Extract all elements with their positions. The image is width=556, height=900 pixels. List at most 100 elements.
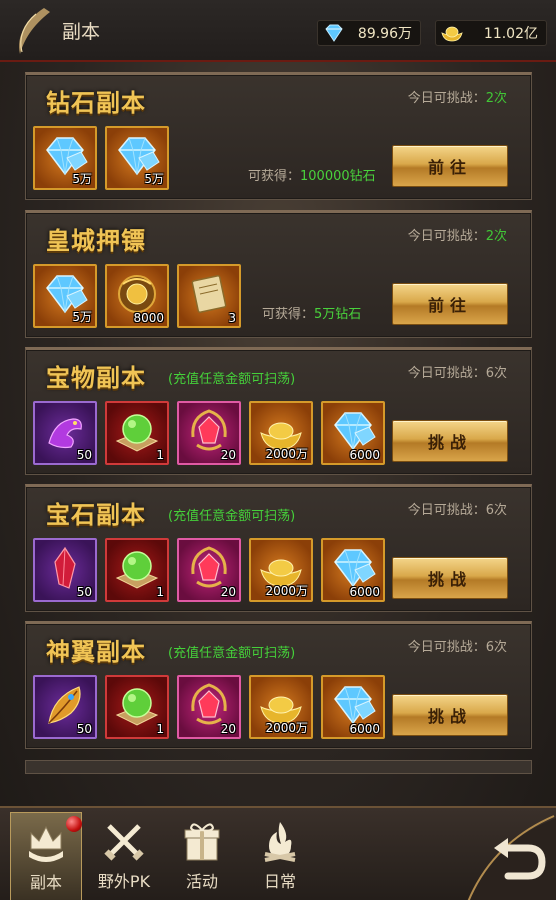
- sweep-note: (充值任意金额可扫荡): [168, 646, 296, 661]
- daily-chances-label: 今日可挑战：: [407, 640, 486, 655]
- reward-slot[interactable]: 6000: [321, 401, 385, 465]
- reward-quantity: 5万: [144, 172, 164, 186]
- nav-item-label: 日常: [263, 872, 296, 891]
- obtainable-value: 100000钻石: [300, 169, 376, 184]
- nav-item-label: 副本: [29, 873, 62, 892]
- reward-slot[interactable]: 2000万: [249, 401, 313, 465]
- challenge-button[interactable]: 挑战: [392, 694, 508, 736]
- dungeon-card: 神翼副本 (充值任意金额可扫荡) 今日可挑战：6次 50 1 20 2000万 6000 挑战: [25, 621, 532, 749]
- reward-quantity: 8000: [133, 311, 164, 325]
- reward-quantity: 6000: [349, 585, 380, 599]
- reward-quantity: 6000: [349, 722, 380, 736]
- reward-slot[interactable]: 50: [33, 538, 97, 602]
- daily-chances-label: 今日可挑战：: [407, 91, 486, 106]
- campfire-icon: [264, 822, 296, 862]
- reward-slot[interactable]: 2000万: [249, 538, 313, 602]
- nav-item[interactable]: 日常: [244, 818, 316, 892]
- reward-slot[interactable]: 5万: [33, 126, 97, 190]
- dungeon-title: 宝物副本: [46, 364, 146, 392]
- dungeon-title: 皇城押镖: [46, 227, 146, 255]
- diamond-icon: [325, 24, 343, 42]
- green-orb-icon: [115, 414, 159, 452]
- daily-chances: 今日可挑战：2次: [408, 225, 507, 244]
- nav-item[interactable]: 活动: [166, 818, 238, 892]
- reward-slot[interactable]: 1: [105, 675, 169, 739]
- dungeon-card: 钻石副本 今日可挑战：2次 5万 5万 可获得：100000钻石 前往: [25, 72, 532, 200]
- go-button[interactable]: 前往: [392, 145, 508, 187]
- reward-quantity: 1: [156, 585, 164, 599]
- gift-box-icon: [184, 823, 220, 861]
- dungeon-title: 宝石副本: [46, 501, 146, 529]
- dungeon-title: 神翼副本: [46, 638, 146, 666]
- reward-slot[interactable]: 50: [33, 675, 97, 739]
- daily-chances-count: 2次: [485, 91, 507, 106]
- notification-dot: [66, 816, 82, 832]
- green-orb-icon: [115, 551, 159, 589]
- dungeon-card: 宝石副本 (充值任意金额可扫荡) 今日可挑战：6次 50 1 20 2000万 6000 挑战: [25, 484, 532, 612]
- reward-slot[interactable]: 5万: [105, 126, 169, 190]
- dungeon-card: 宝物副本 (充值任意金额可扫荡) 今日可挑战：6次 50 1 20 2000万 6000 挑战: [25, 347, 532, 475]
- reward-slot[interactable]: 20: [177, 401, 241, 465]
- reward-list: 50 1 20 2000万 6000: [33, 401, 385, 465]
- reward-slot[interactable]: 3: [177, 264, 241, 328]
- reward-quantity: 1: [156, 722, 164, 736]
- obtainable-label: 可获得：: [262, 307, 315, 322]
- reward-slot[interactable]: 2000万: [249, 675, 313, 739]
- reward-list: 50 1 20 2000万 6000: [33, 675, 385, 739]
- challenge-button[interactable]: 挑战: [392, 557, 508, 599]
- reward-quantity: 2000万: [265, 447, 308, 461]
- reward-slot[interactable]: 20: [177, 675, 241, 739]
- daily-chances-count: 6次: [485, 640, 507, 655]
- top-bar: 副本 89.96万 11.02亿: [0, 0, 556, 62]
- reward-slot[interactable]: 1: [105, 401, 169, 465]
- bottom-nav: 副本 野外PK 活动 日常: [0, 806, 556, 900]
- reward-quantity: 2000万: [265, 721, 308, 735]
- nav-item-label: 野外PK: [97, 872, 151, 891]
- reward-quantity: 2000万: [265, 584, 308, 598]
- daily-chances: 今日可挑战：6次: [408, 636, 507, 655]
- reward-quantity: 20: [220, 722, 236, 736]
- daily-chances: 今日可挑战：6次: [408, 499, 507, 518]
- daily-chances-count: 6次: [485, 366, 507, 381]
- go-button[interactable]: 前往: [392, 283, 508, 325]
- reward-list: 5万 8000 3: [33, 264, 241, 328]
- daily-chances-label: 今日可挑战：: [407, 229, 486, 244]
- obtainable-label: 可获得：: [248, 169, 301, 184]
- reward-quantity: 50: [76, 722, 92, 736]
- gold-balance: 11.02亿: [435, 20, 547, 46]
- reward-slot[interactable]: 6000: [321, 675, 385, 739]
- reward-quantity: 5万: [72, 172, 92, 186]
- nav-item-label: 活动: [185, 872, 218, 891]
- reward-quantity: 20: [220, 448, 236, 462]
- nav-item[interactable]: 野外PK: [88, 818, 160, 892]
- reward-slot[interactable]: 20: [177, 538, 241, 602]
- diamond-balance: 89.96万: [317, 20, 421, 46]
- reward-list: 50 1 20 2000万 6000: [33, 538, 385, 602]
- reward-quantity: 1: [156, 448, 164, 462]
- daily-chances-label: 今日可挑战：: [407, 503, 486, 518]
- reward-slot[interactable]: 6000: [321, 538, 385, 602]
- next-card-peek: [25, 760, 532, 774]
- daily-chances-count: 6次: [485, 503, 507, 518]
- page-title: 副本: [62, 21, 101, 43]
- diamond-count: 89.96万: [357, 26, 412, 42]
- reward-quantity: 5万: [72, 310, 92, 324]
- dungeon-card: 皇城押镖 今日可挑战：2次 5万 8000 3 可获得：5万钻石 前往: [25, 210, 532, 338]
- daily-chances: 今日可挑战：6次: [408, 362, 507, 381]
- daily-chances: 今日可挑战：2次: [408, 87, 507, 106]
- reward-slot[interactable]: 8000: [105, 264, 169, 328]
- gold-ingot-icon: [441, 26, 463, 42]
- blade-ornament-icon: [19, 8, 50, 54]
- reward-slot[interactable]: 1: [105, 538, 169, 602]
- sweep-note: (充值任意金额可扫荡): [168, 509, 296, 524]
- challenge-button[interactable]: 挑战: [392, 420, 508, 462]
- reward-slot[interactable]: 50: [33, 401, 97, 465]
- back-arrow-icon[interactable]: [446, 808, 556, 900]
- reward-slot[interactable]: 5万: [33, 264, 97, 328]
- daily-chances-count: 2次: [485, 229, 507, 244]
- gold-count: 11.02亿: [483, 26, 538, 42]
- reward-quantity: 20: [220, 585, 236, 599]
- obtainable-reward: 可获得：5万钻石: [262, 303, 361, 322]
- reward-list: 5万 5万: [33, 126, 169, 190]
- reward-quantity: 50: [76, 585, 92, 599]
